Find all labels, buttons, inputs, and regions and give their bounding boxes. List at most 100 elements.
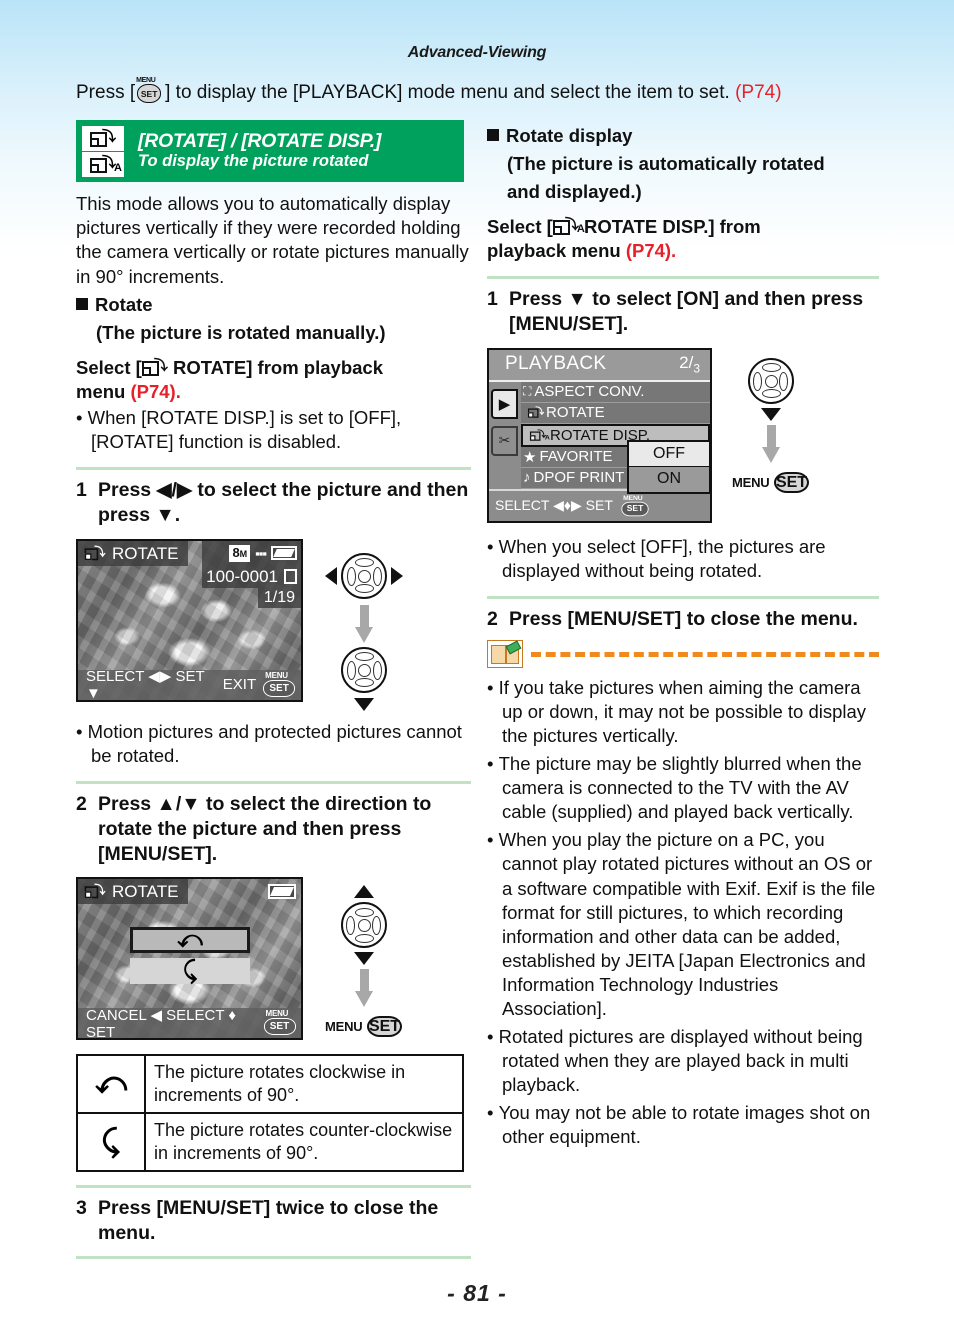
page-content: Advanced-Viewing Press [MENU SET] to disp… xyxy=(0,0,954,1339)
menuset-inline-icon: MENU SET xyxy=(135,77,165,104)
cursor-button[interactable] xyxy=(747,357,794,404)
tab-setup[interactable]: ✂ xyxy=(491,425,518,456)
dashed-divider xyxy=(531,651,879,657)
rotate-heading-label: Rotate xyxy=(95,293,153,315)
menu-item-label: FAVORITE xyxy=(539,448,613,466)
dpad-left-right-group xyxy=(325,552,403,599)
playback-menu-title: PLAYBACK xyxy=(505,352,607,374)
menu-item-label: ASPECT CONV. xyxy=(534,383,645,401)
select-text-b: ROTATE DISP.] from xyxy=(578,216,761,238)
button-guide-3: MENU SET xyxy=(732,348,810,498)
option-label: ON xyxy=(657,470,681,488)
rotate-icon: ⤵ xyxy=(84,545,105,560)
lcd-info-overlay: 8M ▪▪▪ 100-0001 1/19 xyxy=(202,540,301,608)
lcd-title-text: ROTATE xyxy=(112,882,179,902)
battery-icon xyxy=(268,884,296,900)
cursor-button[interactable] xyxy=(340,902,387,949)
rotate-icon: ⤵ xyxy=(527,407,544,419)
rotate-counter-clockwise-option[interactable]: ⤹ xyxy=(130,957,250,985)
right-column: Rotate display (The picture is automatic… xyxy=(487,120,879,1149)
step-3: 3 Press [MENU/SET] twice to close the me… xyxy=(76,1196,471,1246)
rotate-counter-clockwise-arrow-icon: ⤹ xyxy=(78,1114,146,1171)
divider xyxy=(487,276,879,280)
right-step-1-text: Press ▼ to select [ON] and then press [M… xyxy=(509,288,864,336)
select-text-a: Select [ xyxy=(487,216,553,238)
menuset-button[interactable]: MENU SET xyxy=(732,467,810,498)
step-3-text: Press [MENU/SET] twice to close the menu… xyxy=(98,1197,439,1245)
right-step-1-number: 1 xyxy=(487,288,498,311)
set-label: SET xyxy=(621,501,649,517)
playback-menu-footer: SELECT ◀♦▶ SET MENU SET xyxy=(489,488,710,521)
clockwise-arrow-icon: ⤺ xyxy=(177,926,203,954)
rotation-direction-table: ⤺ The picture rotates clockwise in incre… xyxy=(76,1054,464,1173)
cursor-button[interactable] xyxy=(341,646,387,693)
lcd-title-bar: ⤵ ROTATE xyxy=(78,540,189,566)
picture-counter: 1/19 xyxy=(257,587,301,608)
page-ref-p74[interactable]: (P74). xyxy=(130,381,180,402)
cursor-button[interactable] xyxy=(341,552,387,599)
rotate-display-subheading-1: (The picture is automatically rotated xyxy=(507,153,825,175)
battery-icon xyxy=(271,546,297,560)
playback-menu-page: 2/3 xyxy=(679,352,700,375)
playback-menu-screen: PLAYBACK 2/3 ▶ ✂ ⛶ ASPECT CONV. ⤵ ROTATE… xyxy=(487,347,712,523)
rotate-display-heading: Rotate display xyxy=(487,124,879,148)
divider xyxy=(76,1185,471,1189)
option-off[interactable]: OFF xyxy=(629,441,709,467)
lcd-illustration-1: ⤵ ROTATE 8M ▪▪▪ 100-0001 1/19 SELECT ◀▶ … xyxy=(76,538,471,711)
left-note-2: Motion pictures and protected pictures c… xyxy=(76,720,471,768)
menu-label: MENU xyxy=(732,474,770,490)
rotate-clockwise-arrow-icon: ⤺ xyxy=(78,1056,146,1113)
chapter-title: Advanced-Viewing xyxy=(407,44,547,61)
option-on[interactable]: ON xyxy=(629,466,709,492)
rotate-display-subheading-2: and displayed.) xyxy=(507,181,642,203)
card-icon xyxy=(284,569,297,584)
menu-item-label: ROTATE xyxy=(546,404,605,422)
menuset-button[interactable]: MENU SET xyxy=(325,1011,403,1042)
lcd-bar-exit-text: EXIT xyxy=(222,676,257,693)
banner-title: [ROTATE] / [ROTATE DISP.] xyxy=(138,130,382,153)
resolution-value: 8 xyxy=(232,544,240,560)
menu-label: MENU xyxy=(623,494,643,502)
banner-text: [ROTATE] / [ROTATE DISP.] To display the… xyxy=(132,131,381,170)
tab-playback[interactable]: ▶ xyxy=(491,388,518,419)
lcd-screen-rotate-direction: ⤵ ROTATE ⤺ ⤹ CANCEL ◀ SELECT ♦ SET MENU xyxy=(76,877,303,1041)
lcd-screen-rotate-select: ⤵ ROTATE 8M ▪▪▪ 100-0001 1/19 SELECT ◀▶ … xyxy=(76,538,303,702)
button-guide-2: MENU SET xyxy=(325,877,403,1042)
page-ref-p74[interactable]: (P74). xyxy=(626,240,676,261)
select-text-c: playback menu xyxy=(487,240,626,262)
rotate-subheading: (The picture is rotated manually.) xyxy=(96,321,386,343)
lcd-bottom-bar-2: CANCEL ◀ SELECT ♦ SET MENU SET xyxy=(78,1006,301,1041)
square-bullet-icon xyxy=(487,129,499,141)
menu-item-aspect-conv[interactable]: ⛶ ASPECT CONV. xyxy=(521,381,710,403)
lcd-bar-left-text: SELECT ◀▶ SET ▼ xyxy=(86,668,205,702)
counter-clockwise-arrow-icon: ⤹ xyxy=(182,957,198,985)
step-1-text: Press ◀/▶ to select the picture and then… xyxy=(98,479,469,527)
rotate-auto-icon: ⤵ A xyxy=(552,217,585,236)
right-note-item: When you play the picture on a PC, you c… xyxy=(487,828,879,1020)
menu-item-rotate[interactable]: ⤵ ROTATE xyxy=(521,402,710,424)
set-label: SET xyxy=(263,1018,296,1036)
banner-subtitle: To display the picture rotated xyxy=(138,151,369,170)
banner-icons: ⤵ ⤵ A xyxy=(76,125,132,178)
right-arrow-icon xyxy=(391,566,403,585)
set-label: SET xyxy=(137,84,162,103)
right-note-item: If you take pictures when aiming the cam… xyxy=(487,676,879,748)
lcd-bottom-bar-1: SELECT ◀▶ SET ▼ EXIT MENU SET xyxy=(78,668,301,702)
table-cell-description: The picture rotates clockwise in increme… xyxy=(154,1062,406,1106)
down-arrow-icon xyxy=(760,407,781,421)
step-1: 1 Press ◀/▶ to select the picture and th… xyxy=(76,478,471,528)
page-ref-p74[interactable]: (P74) xyxy=(735,82,781,103)
right-note-1: When you select [OFF], the pictures are … xyxy=(487,535,879,583)
rotate-auto-icon: ⤵ A xyxy=(529,430,550,441)
play-icon: ▶ xyxy=(498,395,511,413)
divider xyxy=(76,467,471,471)
up-arrow-icon xyxy=(353,885,374,899)
step-2-number: 2 xyxy=(76,792,87,815)
option-label: OFF xyxy=(653,444,685,462)
left-arrow-icon xyxy=(325,566,337,585)
table-row: ⤹ The picture rotates counter-clockwise … xyxy=(78,1114,462,1171)
rotate-clockwise-option[interactable]: ⤺ xyxy=(130,926,250,954)
menuset-icon: MENU SET xyxy=(263,1009,296,1036)
lcd-bar-text: CANCEL ◀ SELECT ♦ SET xyxy=(86,1006,237,1041)
lcd-info-row-2: 100-0001 xyxy=(202,565,301,588)
